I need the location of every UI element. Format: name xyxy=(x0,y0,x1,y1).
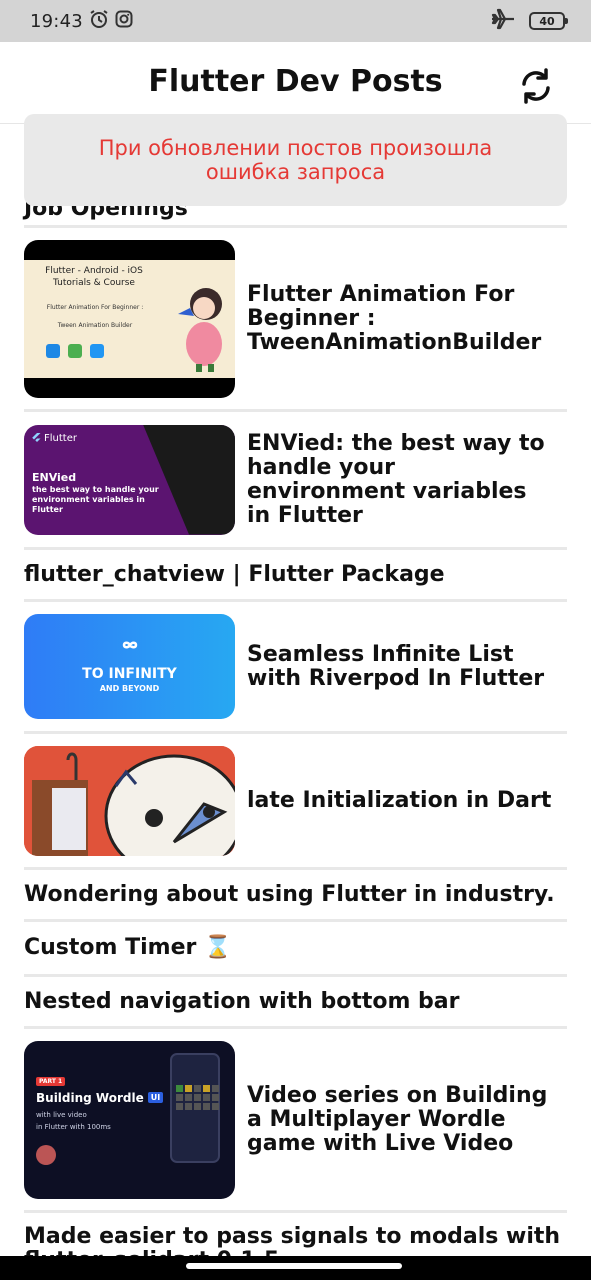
list-item[interactable]: TO INFINITY AND BEYOND Seamless Infinite… xyxy=(24,602,567,734)
thumb-caption: Flutter Animation For Beginner : xyxy=(46,303,144,311)
list-item[interactable]: PART 1 Building Wordle UI with live vide… xyxy=(24,1029,567,1213)
list-item[interactable]: Nested navigation with bottom bar xyxy=(24,977,567,1029)
illustration-character-icon xyxy=(178,287,222,372)
posts-list[interactable]: Job Openings Flutter - Android - iOS Tut… xyxy=(0,124,591,1256)
post-title: flutter_chatview | Flutter Package xyxy=(24,561,445,587)
thumb-caption: the best way to handle your environment … xyxy=(32,484,159,514)
post-title: Nested navigation with bottom bar xyxy=(24,988,460,1014)
platform-icons xyxy=(46,343,104,358)
status-right: 40 xyxy=(491,8,568,34)
list-item[interactable]: Made easier to pass signals to modals wi… xyxy=(24,1213,567,1257)
list-item[interactable]: Custom Timer ⌛ xyxy=(24,922,567,977)
refresh-button[interactable] xyxy=(512,62,560,110)
app-bar: Flutter Dev Posts xyxy=(0,42,591,124)
post-title: Custom Timer ⌛ xyxy=(24,935,232,960)
painting-illustration-icon xyxy=(24,745,235,856)
post-title: Made easier to pass signals to modals wi… xyxy=(24,1224,561,1257)
flutter-logo-icon xyxy=(32,432,41,442)
thumb-badge: UI xyxy=(147,1092,164,1103)
page-title: Flutter Dev Posts xyxy=(148,64,443,99)
error-toast: При обновлении постов произошла ошибка з… xyxy=(24,114,567,206)
post-thumbnail: Flutter ENVied the best way to handle yo… xyxy=(24,424,235,535)
post-title: ENVied: the best way to handle your envi… xyxy=(247,430,545,528)
thumb-caption: Tween Animation Builder xyxy=(57,321,133,329)
alarm-icon xyxy=(89,9,109,33)
thumb-heading: Building Wordle xyxy=(36,1090,144,1105)
thumb-brand-label: Flutter xyxy=(44,432,77,444)
thumb-tag: PART 1 xyxy=(36,1076,66,1086)
list-item[interactable]: flutter_chatview | Flutter Package xyxy=(24,550,567,602)
thumb-caption: Flutter - Android - iOS xyxy=(45,265,143,276)
post-thumbnail: Flutter - Android - iOS Tutorials & Cour… xyxy=(24,239,235,398)
battery-icon: 40 xyxy=(529,12,568,30)
status-left: 19:43 xyxy=(30,9,133,33)
instagram-icon xyxy=(115,10,133,32)
avatar xyxy=(36,1144,56,1165)
refresh-icon xyxy=(522,68,550,104)
thumb-heading: TO INFINITY xyxy=(82,666,177,682)
airplane-mode-icon xyxy=(491,8,515,34)
post-title: Flutter Animation For Beginner : TweenAn… xyxy=(247,281,542,355)
thumb-dark-panel xyxy=(143,424,235,535)
phone-mockup xyxy=(170,1052,220,1163)
thumb-brand: Flutter xyxy=(32,432,77,444)
thumb-caption: AND BEYOND xyxy=(99,684,160,693)
list-item[interactable]: Wondering about using Flutter in industr… xyxy=(24,870,567,922)
status-bar: 19:43 40 xyxy=(0,0,591,42)
thumb-heading: ENVied xyxy=(32,470,77,484)
status-time: 19:43 xyxy=(30,10,83,32)
post-thumbnail xyxy=(24,745,235,856)
thumb-caption: with live video xyxy=(36,1110,87,1119)
post-title: late Initialization in Dart xyxy=(247,787,552,813)
post-thumbnail: PART 1 Building Wordle UI with live vide… xyxy=(24,1040,235,1199)
post-thumbnail: TO INFINITY AND BEYOND xyxy=(24,614,235,719)
post-title: Seamless Infinite List with Riverpod In … xyxy=(247,641,545,691)
list-item[interactable]: Flutter ENVied the best way to handle yo… xyxy=(24,412,567,550)
post-title: Video series on Building a Multiplayer W… xyxy=(247,1082,548,1156)
list-item[interactable]: Flutter - Android - iOS Tutorials & Cour… xyxy=(24,228,567,412)
thumb-caption: in Flutter with 100ms xyxy=(36,1122,111,1131)
thumb-heading-row: Building Wordle UI xyxy=(36,1090,164,1105)
list-item[interactable]: late Initialization in Dart xyxy=(24,734,567,870)
home-indicator[interactable] xyxy=(186,1263,402,1269)
infinity-icon xyxy=(122,641,138,649)
post-title: Wondering about using Flutter in industr… xyxy=(24,881,555,907)
thumb-caption: Tutorials & Course xyxy=(53,277,135,288)
error-message: При обновлении постов произошла ошибка з… xyxy=(98,136,493,184)
